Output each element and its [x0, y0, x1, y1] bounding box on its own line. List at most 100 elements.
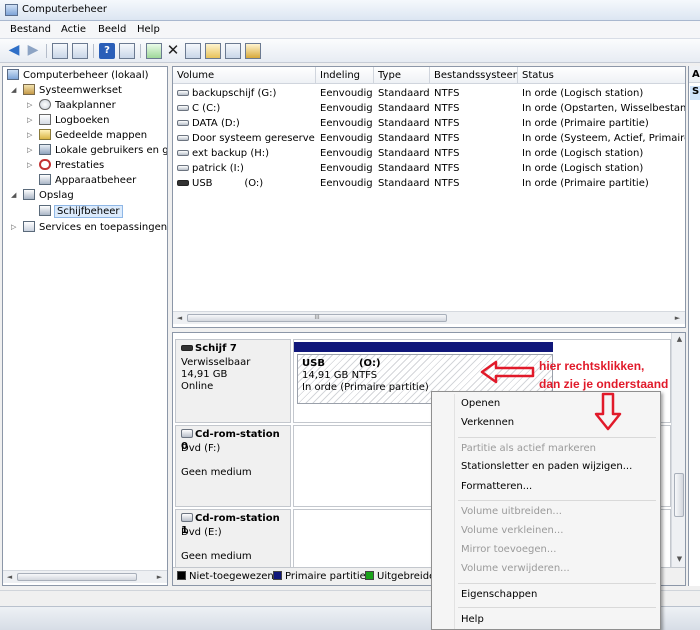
up-folder-icon[interactable]: [52, 43, 68, 59]
tree-item-systeemwerkset[interactable]: ◢ Systeemwerkset: [11, 84, 122, 99]
volume-name: backupschijf (G:): [192, 88, 277, 99]
disk-vertical-scrollbar[interactable]: ▲ ▼: [671, 333, 685, 567]
expand-triangle-icon[interactable]: ▷: [27, 101, 32, 109]
tree-item-opslag[interactable]: ◢ Opslag: [11, 189, 74, 204]
back-arrow-icon[interactable]: ◀: [6, 43, 22, 59]
menu-item-eigenschappen[interactable]: Eigenschappen: [461, 587, 537, 603]
table-cell-status: In orde (Primaire partitie): [522, 178, 649, 189]
table-row[interactable]: patrick (I:) Eenvoudig Standaard NTFS In ord…: [173, 162, 685, 177]
menu-beeld[interactable]: Beeld: [98, 24, 126, 35]
scrollbar-thumb[interactable]: [17, 573, 137, 581]
tree-item-taakplanner[interactable]: ▷ Taakplanner: [27, 99, 116, 114]
annotation-line-1: hier rechtsklikken,: [539, 359, 645, 373]
table-row[interactable]: C (C:) Eenvoudig Standaard NTFS In orde (Ops…: [173, 102, 685, 117]
tree-item-apparaatbeheer[interactable]: Apparaatbeheer: [39, 174, 136, 189]
disk-label-cd-rom-1[interactable]: Cd-rom-station 1 Dvd (E:) Geen medium: [175, 509, 291, 567]
table-row[interactable]: USB (O:) Eenvoudig Standaard NTFS In orde (P…: [173, 177, 685, 192]
computer-management-icon: [7, 69, 19, 80]
performance-icon: [39, 159, 51, 170]
disk-label-cd-rom-0[interactable]: Cd-rom-station 0 Dvd (F:) Geen medium: [175, 425, 291, 507]
expand-triangle-icon[interactable]: ▷: [27, 131, 32, 139]
legend-swatch: [273, 571, 282, 580]
table-cell-indeling: Eenvoudig: [320, 118, 373, 129]
open-folder-icon[interactable]: [205, 43, 221, 59]
shared-folders-icon: [39, 129, 51, 140]
table-cell-status: In orde (Opstarten, Wisselbestand, C: [522, 103, 686, 114]
menu-bestand[interactable]: Bestand: [10, 24, 51, 35]
tree-item-logboeken[interactable]: ▷ Logboeken: [27, 114, 109, 129]
volume-name: C (C:): [192, 103, 221, 114]
table-cell-indeling: Eenvoudig: [320, 163, 373, 174]
drive-icon: [177, 180, 189, 186]
scroll-right-icon[interactable]: ►: [671, 312, 684, 324]
table-cell-volume: patrick (I:): [177, 163, 315, 177]
table-row[interactable]: Door systeem gereserveerd Eenvoudig Standa…: [173, 132, 685, 147]
disk-status: Online: [181, 381, 214, 392]
tree-horizontal-scrollbar[interactable]: ◄ ►: [3, 570, 167, 583]
settings-icon[interactable]: [185, 43, 201, 59]
disk-label-schijf-7[interactable]: Schijf 7 Verwisselbaar 14,91 GB Online: [175, 339, 291, 423]
actions-item[interactable]: S: [690, 86, 700, 100]
scroll-up-icon[interactable]: ▲: [672, 333, 685, 346]
event-viewer-icon: [39, 114, 51, 125]
tree-item-prestaties[interactable]: ▷ Prestaties: [27, 159, 104, 174]
help-icon[interactable]: ?: [99, 43, 115, 59]
volume-list: Volume Indeling Type Bestandssysteem Sta…: [172, 66, 686, 328]
table-row[interactable]: ext backup (H:) Eenvoudig Standaard NTFS In …: [173, 147, 685, 162]
column-header-indeling[interactable]: Indeling: [316, 67, 374, 84]
column-header-status[interactable]: Status: [518, 67, 685, 84]
menu-actie[interactable]: Actie: [61, 24, 86, 35]
legend-primary: Primaire partitie: [273, 571, 366, 582]
search-icon[interactable]: [225, 43, 241, 59]
refresh-icon[interactable]: [146, 43, 162, 59]
export-icon[interactable]: [245, 43, 261, 59]
menu-item-help[interactable]: Help: [461, 612, 484, 628]
annotation-line-2: dan zie je onderstaand: [539, 377, 669, 391]
console-tree-icon[interactable]: [72, 43, 88, 59]
legend-swatch: [365, 571, 374, 580]
table-cell-type: Standaard: [378, 163, 430, 174]
expand-triangle-icon[interactable]: ▷: [27, 161, 32, 169]
expand-triangle-icon[interactable]: ▷: [27, 116, 32, 124]
scrollbar-thumb[interactable]: III: [187, 314, 447, 322]
column-header-bestandssysteem[interactable]: Bestandssysteem: [430, 67, 518, 84]
scroll-left-icon[interactable]: ◄: [173, 312, 186, 324]
drive-icon: [177, 90, 189, 96]
menu-item-stationsletter[interactable]: Stationsletter en paden wijzigen...: [461, 459, 632, 475]
table-cell-fs: NTFS: [434, 133, 460, 144]
tree-item-lokale-gebruikers[interactable]: ▷ Lokale gebruikers en groepen: [27, 144, 167, 159]
menu-item-formatteren[interactable]: Formatteren...: [461, 479, 532, 495]
volume-name: ext backup (H:): [192, 148, 270, 159]
menu-help[interactable]: Help: [137, 24, 160, 35]
list-horizontal-scrollbar[interactable]: ◄ III ►: [173, 311, 685, 324]
tree-item-schijfbeheer[interactable]: Schijfbeheer: [39, 205, 123, 220]
tree-item-computerbeheer[interactable]: Computerbeheer (lokaal): [7, 69, 149, 84]
collapse-triangle-icon[interactable]: ◢: [11, 86, 16, 94]
drive-icon: [177, 165, 189, 171]
column-header-volume[interactable]: Volume: [173, 67, 316, 84]
table-row[interactable]: DATA (D:) Eenvoudig Standaard NTFS In orde (…: [173, 117, 685, 132]
scroll-right-icon[interactable]: ►: [153, 571, 166, 583]
properties-icon[interactable]: [119, 43, 135, 59]
context-menu: Openen Verkennen Partitie als actief mar…: [431, 391, 661, 630]
expand-triangle-icon[interactable]: ▷: [27, 146, 32, 154]
table-cell-indeling: Eenvoudig: [320, 178, 373, 189]
table-row[interactable]: backupschijf (G:) Eenvoudig Standaard NTFS I…: [173, 87, 685, 102]
delete-icon[interactable]: ✕: [165, 43, 181, 59]
scrollbar-thumb[interactable]: [674, 473, 684, 517]
cd-drive-icon: [181, 513, 193, 522]
column-header-type[interactable]: Type: [374, 67, 430, 84]
collapse-triangle-icon[interactable]: ◢: [11, 191, 16, 199]
tree-item-services[interactable]: ▷ Services en toepassingen: [11, 221, 167, 236]
expand-triangle-icon[interactable]: ▷: [11, 223, 16, 231]
forward-arrow-icon[interactable]: ▶: [25, 43, 41, 59]
scroll-left-icon[interactable]: ◄: [3, 571, 16, 583]
menu-item-verkennen[interactable]: Verkennen: [461, 415, 514, 431]
task-scheduler-icon: [39, 99, 51, 110]
tree-item-gedeelde-mappen[interactable]: ▷ Gedeelde mappen: [27, 129, 147, 144]
volume-name: DATA (D:): [192, 118, 240, 129]
table-cell-type: Standaard: [378, 133, 430, 144]
disk-size: 14,91 GB: [181, 369, 228, 380]
menu-item-openen[interactable]: Openen: [461, 396, 500, 412]
scroll-down-icon[interactable]: ▼: [672, 553, 685, 566]
